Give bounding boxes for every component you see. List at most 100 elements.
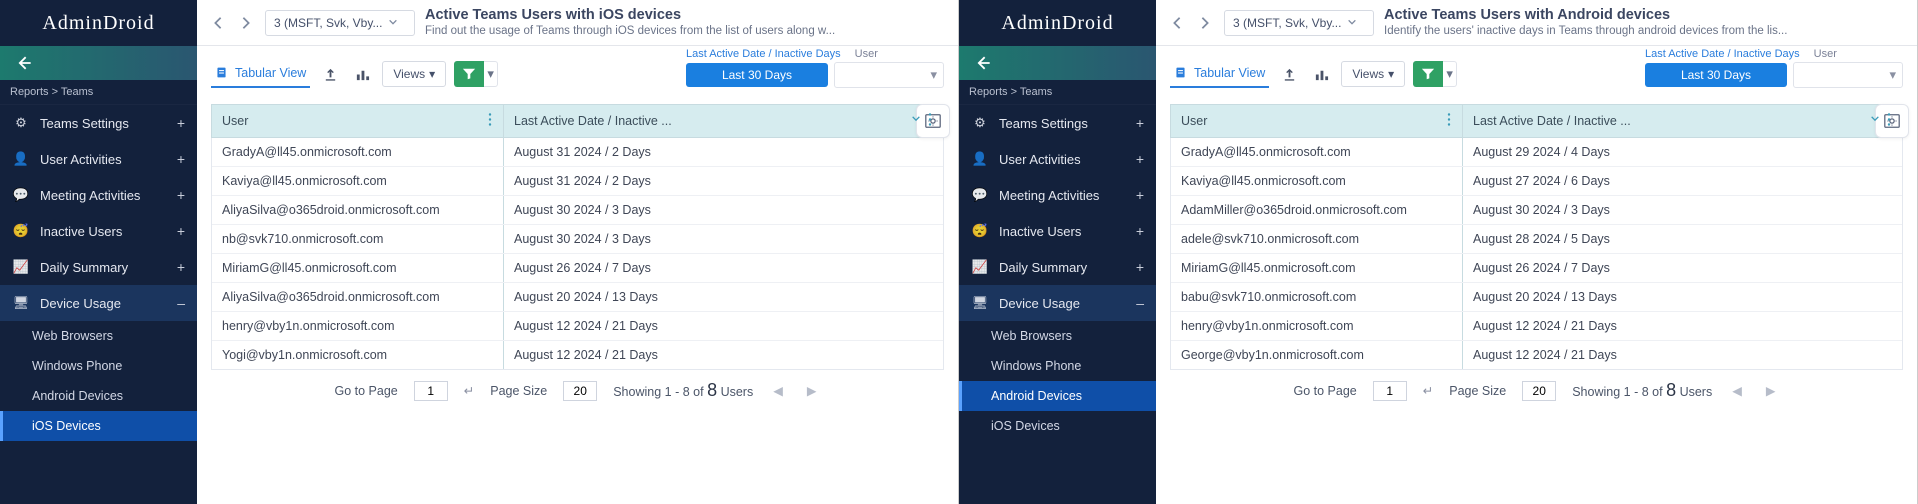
table-row[interactable]: AliyaSilva@o365droid.onmicrosoft.com Aug… [212, 283, 943, 312]
breadcrumb[interactable]: Reports > Teams [959, 80, 1156, 105]
next-report-button[interactable] [237, 14, 255, 32]
breadcrumb[interactable]: Reports > Teams [0, 80, 197, 105]
device-icon: 🖥 [12, 294, 30, 312]
prev-report-button[interactable] [209, 14, 227, 32]
col-user[interactable]: User [1171, 105, 1463, 137]
table-row[interactable]: GradyA@ll45.onmicrosoft.com August 31 20… [212, 138, 943, 167]
col-date[interactable]: Last Active Date / Inactive ... [1463, 105, 1902, 137]
sidebar-sub-label: iOS Devices [991, 419, 1060, 433]
col-menu-icon[interactable] [1884, 113, 1894, 130]
tenant-selector[interactable]: 3 (MSFT, Svk, Vby... [265, 10, 415, 36]
filter-dropdown[interactable]: ▾ [1443, 61, 1457, 87]
sidebar-sub-label: Web Browsers [991, 329, 1072, 343]
sidebar-item-teams settings[interactable]: ⚙ Teams Settings + [0, 105, 197, 141]
table-row[interactable]: George@vby1n.onmicrosoft.com August 12 2… [1171, 341, 1902, 369]
sidebar-sub-android devices[interactable]: Android Devices [959, 381, 1156, 411]
gopage-label: Go to Page [335, 384, 398, 398]
pagesize-input[interactable] [1522, 381, 1556, 401]
date-filter-label[interactable]: Last Active Date / Inactive Days [1645, 48, 1800, 60]
sidebar-sub-web browsers[interactable]: Web Browsers [959, 321, 1156, 351]
tenant-label: 3 (MSFT, Svk, Vby... [274, 16, 382, 30]
prev-report-button[interactable] [1168, 14, 1186, 32]
table-row[interactable]: henry@vby1n.onmicrosoft.com August 12 20… [1171, 312, 1902, 341]
sort-icon[interactable] [1870, 113, 1880, 130]
views-dropdown[interactable]: Views ▾ [382, 61, 446, 87]
table-row[interactable]: AdamMiller@o365droid.onmicrosoft.com Aug… [1171, 196, 1902, 225]
user-icon: 👤 [12, 150, 30, 168]
sidebar-sub-ios devices[interactable]: iOS Devices [0, 411, 197, 441]
date-filter-label[interactable]: Last Active Date / Inactive Days [686, 48, 841, 60]
user-filter-dropdown[interactable]: ▾ [1793, 62, 1903, 88]
sidebar-item-meeting activities[interactable]: 💬 Meeting Activities + [959, 177, 1156, 213]
col-user[interactable]: User [212, 105, 504, 137]
cell-user: henry@vby1n.onmicrosoft.com [212, 312, 504, 340]
cell-date: August 29 2024 / 4 Days [1463, 138, 1902, 166]
tab-tabular-view[interactable]: Tabular View [211, 60, 310, 88]
views-dropdown[interactable]: Views ▾ [1341, 61, 1405, 87]
expand-icon: – [177, 295, 185, 311]
table-row[interactable]: Kaviya@ll45.onmicrosoft.com August 27 20… [1171, 167, 1902, 196]
back-bar[interactable] [959, 46, 1156, 80]
filter-button[interactable] [454, 61, 484, 87]
enter-icon[interactable]: ↵ [464, 383, 474, 398]
table-row[interactable]: AliyaSilva@o365droid.onmicrosoft.com Aug… [212, 196, 943, 225]
views-label: Views [1352, 67, 1384, 81]
sidebar-sub-ios devices[interactable]: iOS Devices [959, 411, 1156, 441]
date-range-pill[interactable]: Last 30 Days [686, 63, 828, 87]
page-input[interactable] [414, 381, 448, 401]
sidebar-sub-windows phone[interactable]: Windows Phone [959, 351, 1156, 381]
gear-icon: ⚙ [971, 114, 989, 132]
sidebar-item-user activities[interactable]: 👤 User Activities + [959, 141, 1156, 177]
tenant-selector[interactable]: 3 (MSFT, Svk, Vby... [1224, 10, 1374, 36]
tab-tabular-view[interactable]: Tabular View [1170, 60, 1269, 88]
col-menu-icon[interactable] [485, 113, 495, 130]
sidebar-sub-windows phone[interactable]: Windows Phone [0, 351, 197, 381]
enter-icon[interactable]: ↵ [1423, 383, 1433, 398]
sidebar-item-teams settings[interactable]: ⚙ Teams Settings + [959, 105, 1156, 141]
next-report-button[interactable] [1196, 14, 1214, 32]
user-filter-dropdown[interactable]: ▾ [834, 62, 944, 88]
sidebar-item-device usage[interactable]: 🖥 Device Usage – [0, 285, 197, 321]
table-row[interactable]: GradyA@ll45.onmicrosoft.com August 29 20… [1171, 138, 1902, 167]
back-bar[interactable] [0, 46, 197, 80]
page-prev[interactable]: ◀ [1728, 383, 1746, 398]
col-menu-icon[interactable] [925, 113, 935, 130]
table-header: User Last Active Date / Inactive ... [1170, 104, 1903, 138]
table-row[interactable]: Kaviya@ll45.onmicrosoft.com August 31 20… [212, 167, 943, 196]
showing-text: Showing 1 - 8 of 8 Users [613, 380, 753, 401]
page-input[interactable] [1373, 381, 1407, 401]
table-row[interactable]: MiriamG@ll45.onmicrosoft.com August 26 2… [1171, 254, 1902, 283]
sidebar-item-daily summary[interactable]: 📈 Daily Summary + [959, 249, 1156, 285]
export-button[interactable] [318, 62, 342, 86]
page-subtitle: Find out the usage of Teams through iOS … [425, 24, 835, 38]
table-row[interactable]: nb@svk710.onmicrosoft.com August 30 2024… [212, 225, 943, 254]
sidebar-item-daily summary[interactable]: 📈 Daily Summary + [0, 249, 197, 285]
sidebar-item-meeting activities[interactable]: 💬 Meeting Activities + [0, 177, 197, 213]
page-prev[interactable]: ◀ [769, 383, 787, 398]
chart-button[interactable] [350, 62, 374, 86]
sidebar-sub-web browsers[interactable]: Web Browsers [0, 321, 197, 351]
filter-button[interactable] [1413, 61, 1443, 87]
cell-user: Kaviya@ll45.onmicrosoft.com [1171, 167, 1463, 195]
table-row[interactable]: MiriamG@ll45.onmicrosoft.com August 26 2… [212, 254, 943, 283]
table-row[interactable]: henry@vby1n.onmicrosoft.com August 12 20… [212, 312, 943, 341]
table-row[interactable]: adele@svk710.onmicrosoft.com August 28 2… [1171, 225, 1902, 254]
sidebar-item-inactive users[interactable]: 😴 Inactive Users + [0, 213, 197, 249]
date-range-pill[interactable]: Last 30 Days [1645, 63, 1787, 87]
page-next[interactable]: ▶ [1762, 383, 1780, 398]
cell-date: August 20 2024 / 13 Days [1463, 283, 1902, 311]
sidebar-item-user activities[interactable]: 👤 User Activities + [0, 141, 197, 177]
page-next[interactable]: ▶ [803, 383, 821, 398]
table-row[interactable]: babu@svk710.onmicrosoft.com August 20 20… [1171, 283, 1902, 312]
sidebar-item-inactive users[interactable]: 😴 Inactive Users + [959, 213, 1156, 249]
table-row[interactable]: Yogi@vby1n.onmicrosoft.com August 12 202… [212, 341, 943, 369]
export-button[interactable] [1277, 62, 1301, 86]
pagesize-input[interactable] [563, 381, 597, 401]
col-date[interactable]: Last Active Date / Inactive ... [504, 105, 943, 137]
chart-button[interactable] [1309, 62, 1333, 86]
col-menu-icon[interactable] [1444, 113, 1454, 130]
sidebar-item-device usage[interactable]: 🖥 Device Usage – [959, 285, 1156, 321]
sidebar-sub-android devices[interactable]: Android Devices [0, 381, 197, 411]
sort-icon[interactable] [911, 113, 921, 130]
filter-dropdown[interactable]: ▾ [484, 61, 498, 87]
